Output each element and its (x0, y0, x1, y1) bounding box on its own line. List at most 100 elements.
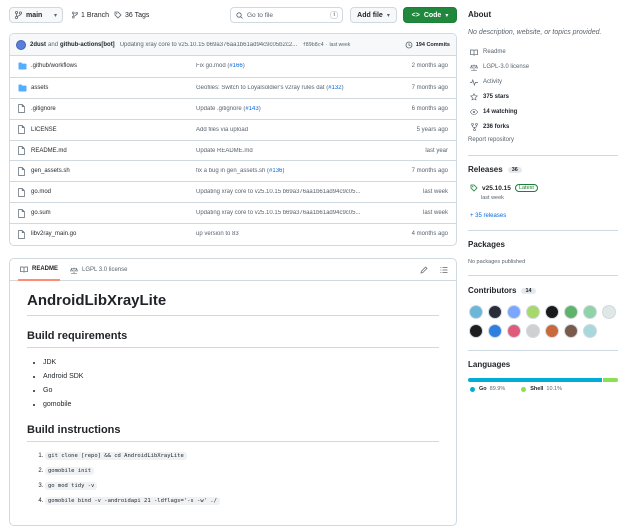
tab-readme[interactable]: README (18, 259, 61, 281)
languages-bar (468, 378, 618, 382)
file-commit-message[interactable]: Updating xray core to v25.10.15 b69a376a… (196, 210, 396, 216)
file-icon (18, 146, 25, 155)
edit-pencil-icon[interactable] (420, 266, 428, 274)
language-name: Go (479, 386, 487, 392)
activity-link[interactable]: Activity (470, 78, 502, 86)
commit-author[interactable]: 2dust (30, 42, 46, 48)
file-row[interactable]: .gitignore Update .gitignore (#143) 6 mont… (10, 97, 456, 119)
language-item[interactable]: Shell 10.1% (521, 386, 562, 392)
forks-link[interactable]: 236 forks (470, 123, 509, 131)
file-commit-message[interactable]: Update .gitignore (#143) (196, 106, 396, 112)
file-row[interactable]: .github/workflows Fix go.mod (#166) 2 mont… (10, 56, 456, 77)
releases-heading[interactable]: Releases 36 (468, 165, 522, 174)
file-name[interactable]: gen_assets.sh (31, 168, 70, 174)
file-name[interactable]: assets (31, 85, 48, 91)
file-name[interactable]: LICENSE (31, 127, 57, 133)
file-name[interactable]: .gitignore (31, 106, 56, 112)
file-commit-message[interactable]: Geofiles: Switch to Loyalsoldier's v2ray… (196, 85, 396, 91)
contributor-avatar[interactable] (545, 305, 559, 319)
pr-link[interactable]: #166 (229, 63, 242, 69)
star-icon (470, 93, 478, 101)
contributor-avatar[interactable] (583, 324, 597, 338)
file-row[interactable]: README.md Update README.md last year (10, 139, 456, 161)
commit-time: last week (329, 41, 351, 48)
contributor-avatar[interactable] (507, 324, 521, 338)
tab-license[interactable]: LGPL 3.0 license (70, 259, 127, 281)
instruction-code: gomobile init (45, 467, 95, 475)
branch-selector[interactable]: main ▾ (9, 7, 63, 23)
commit-history-link[interactable]: 194 Commits (405, 41, 450, 49)
commit-coauthor[interactable]: github-actions[bot] (60, 42, 115, 48)
file-commit-message[interactable]: Add files via upload (196, 127, 396, 133)
watching-link[interactable]: 14 watching (470, 108, 517, 116)
add-file-button[interactable]: Add file ▾ (350, 7, 397, 23)
file-commit-message[interactable]: Updating xray core to v25.10.15 b69a376a… (196, 189, 396, 195)
contributor-avatar[interactable] (526, 324, 540, 338)
stars-link[interactable]: 375 stars (470, 93, 509, 101)
pr-link[interactable]: #136 (269, 168, 282, 174)
contributor-avatar[interactable] (564, 305, 578, 319)
language-item[interactable]: Go 89.9% (470, 386, 505, 392)
file-icon (18, 187, 25, 197)
instruction-item: go mod tidy -v (45, 479, 439, 494)
commit-text: fix a bug in gen_assets.sh ( (196, 168, 270, 175)
file-commit-message[interactable]: Update README.md (196, 148, 396, 154)
book-icon (20, 266, 28, 273)
file-name[interactable]: .github/workflows (31, 63, 77, 69)
language-percent: 89.9% (489, 386, 506, 392)
file-row[interactable]: libv2ray_main.go up version to 83 4 months… (10, 223, 456, 244)
license-link[interactable]: LGPL-3.0 license (470, 63, 529, 71)
file-commit-message[interactable]: Fix go.mod (#166) (196, 63, 396, 69)
file-icon (18, 208, 25, 218)
file-name[interactable]: libv2ray_main.go (31, 231, 76, 237)
tags-link[interactable]: 36 Tags (114, 7, 149, 23)
contributor-avatar[interactable] (545, 324, 559, 338)
file-commit-message[interactable]: fix a bug in gen_assets.sh (#136) (196, 168, 396, 174)
contributor-avatar[interactable] (488, 324, 502, 338)
file-row[interactable]: assets Geofiles: Switch to Loyalsoldier's… (10, 76, 456, 98)
tag-icon (470, 184, 478, 192)
readme-link[interactable]: Readme (470, 48, 506, 56)
file-row[interactable]: LICENSE Add files via upload 5 years ago (10, 118, 456, 140)
file-name[interactable]: README.md (31, 148, 67, 154)
file-commit-message[interactable]: up version to 83 (196, 231, 396, 237)
file-list: .github/workflows Fix go.mod (#166) 2 mont… (10, 56, 456, 244)
divider (468, 155, 618, 156)
code-button[interactable]: <> Code ▾ (403, 7, 457, 23)
latest-release[interactable]: v25.10.15 Latest (470, 184, 538, 192)
contributor-avatar[interactable] (488, 305, 502, 319)
file-time: 7 months ago (411, 84, 448, 91)
chevron-down-icon: ▾ (53, 12, 57, 19)
report-repository-link[interactable]: Report repository (468, 137, 514, 143)
file-row[interactable]: go.sum Updating xray core to v25.10.15 b6… (10, 202, 456, 223)
file-row[interactable]: gen_assets.sh fix a bug in gen_assets.sh … (10, 160, 456, 181)
contributor-avatar[interactable] (526, 305, 540, 319)
more-releases-link[interactable]: + 35 releases (470, 213, 506, 219)
contributor-avatar[interactable] (469, 305, 483, 319)
folder-icon (18, 84, 27, 92)
packages-heading[interactable]: Packages (468, 240, 505, 249)
commit-message[interactable]: Updating xray core to v25.10.15 b69a376a… (120, 42, 300, 48)
contributor-avatar[interactable] (564, 324, 578, 338)
commit-sha[interactable]: f89b8c4 (303, 42, 324, 48)
contributor-avatar[interactable] (507, 305, 521, 319)
contributor-avatar[interactable] (469, 324, 483, 338)
contributors-heading[interactable]: Contributors 14 (468, 286, 536, 295)
file-name[interactable]: go.mod (31, 189, 51, 195)
go-to-file-search[interactable]: Go to file t (230, 7, 343, 23)
commit-text: Update README.md (196, 147, 253, 154)
contributor-avatar[interactable] (583, 305, 597, 319)
avatar[interactable] (16, 39, 26, 50)
commit-text-end: ) (282, 168, 285, 175)
pr-link[interactable]: #132 (328, 85, 341, 91)
branch-name: main (26, 11, 43, 19)
file-name[interactable]: go.sum (31, 210, 51, 216)
file-row[interactable]: go.mod Updating xray core to v25.10.15 b6… (10, 181, 456, 202)
branches-link[interactable]: 1 Branch (72, 7, 109, 23)
contributor-avatar[interactable] (602, 305, 616, 319)
book-icon (470, 48, 478, 56)
instruction-code: gomobile bind -v -androidapi 21 -ldflags… (45, 497, 220, 505)
requirement-item: Go (43, 384, 439, 398)
pr-link[interactable]: #143 (245, 106, 258, 112)
outline-list-icon[interactable] (440, 266, 448, 274)
